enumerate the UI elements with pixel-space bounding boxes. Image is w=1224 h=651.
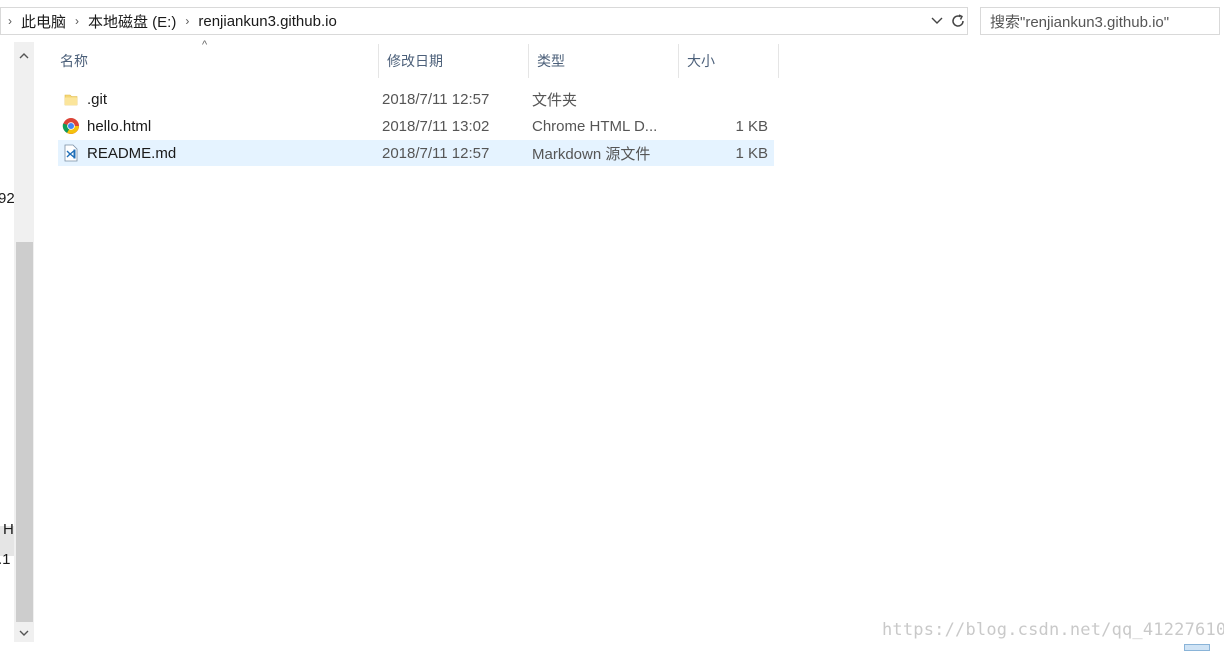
file-row-readme-md[interactable]: README.md 2018/7/11 12:57 Markdown 源文件 1… xyxy=(58,140,774,166)
scroll-down-icon[interactable] xyxy=(14,624,34,642)
chrome-icon xyxy=(60,115,82,137)
file-type: 文件夹 xyxy=(532,91,578,109)
view-toggle-button[interactable] xyxy=(1184,644,1210,651)
column-header-type-label: 类型 xyxy=(537,53,565,69)
file-name: .git xyxy=(87,90,108,108)
vscode-file-icon xyxy=(60,142,82,164)
column-header-date-label: 修改日期 xyxy=(387,53,443,69)
column-header-type[interactable]: 类型 xyxy=(529,44,679,78)
file-date: 2018/7/11 12:57 xyxy=(382,90,490,108)
file-type: Chrome HTML D... xyxy=(532,117,658,135)
file-name: hello.html xyxy=(87,117,152,135)
column-header-name-label: 名称 xyxy=(60,53,88,69)
breadcrumb: › 此电脑 › 本地磁盘 (E:) › renjiankun3.github.i… xyxy=(1,8,339,34)
nav-item-fragment[interactable]: .1 xyxy=(0,551,11,568)
nav-scrollbar[interactable] xyxy=(14,42,34,642)
address-bar[interactable]: › 此电脑 › 本地磁盘 (E:) › renjiankun3.github.i… xyxy=(0,7,968,35)
file-name: README.md xyxy=(87,144,177,162)
nav-item-fragment[interactable]: 92 xyxy=(0,190,14,207)
chevron-right-icon[interactable]: › xyxy=(178,8,196,34)
history-dropdown-icon[interactable] xyxy=(927,8,947,34)
breadcrumb-item-local-disk[interactable]: 本地磁盘 (E:) xyxy=(86,11,178,32)
column-header-date[interactable]: 修改日期 xyxy=(379,44,529,78)
file-size: 1 KB xyxy=(735,144,768,162)
nav-item-fragment[interactable]: H xyxy=(3,521,14,538)
folder-icon xyxy=(60,88,82,110)
watermark-text: https://blog.csdn.net/qq_41227610 xyxy=(882,620,1224,640)
file-size: 1 KB xyxy=(735,117,768,135)
navigation-pane: 92 H .1 xyxy=(0,42,14,642)
column-headers: 名称 ^ 修改日期 类型 大小 xyxy=(52,39,779,78)
chevron-right-icon[interactable]: › xyxy=(68,8,86,34)
scroll-up-icon[interactable] xyxy=(14,46,34,64)
file-date: 2018/7/11 12:57 xyxy=(382,144,490,162)
file-row-git[interactable]: .git 2018/7/11 12:57 文件夹 xyxy=(58,86,774,112)
refresh-icon[interactable] xyxy=(947,8,969,34)
column-header-name[interactable]: 名称 ^ xyxy=(52,39,379,78)
column-header-size[interactable]: 大小 xyxy=(679,44,779,78)
search-input[interactable]: 搜索"renjiankun3.github.io" xyxy=(980,7,1220,35)
file-row-hello-html[interactable]: hello.html 2018/7/11 13:02 Chrome HTML D… xyxy=(58,113,774,139)
scrollbar-thumb[interactable] xyxy=(16,242,33,622)
chevron-right-icon[interactable]: › xyxy=(1,8,19,34)
file-date: 2018/7/11 13:02 xyxy=(382,117,490,135)
column-header-size-label: 大小 xyxy=(687,53,715,69)
sort-ascending-icon: ^ xyxy=(202,39,208,51)
breadcrumb-item-this-pc[interactable]: 此电脑 xyxy=(19,11,68,32)
file-type: Markdown 源文件 xyxy=(532,145,651,163)
breadcrumb-item-folder[interactable]: renjiankun3.github.io xyxy=(196,13,338,30)
